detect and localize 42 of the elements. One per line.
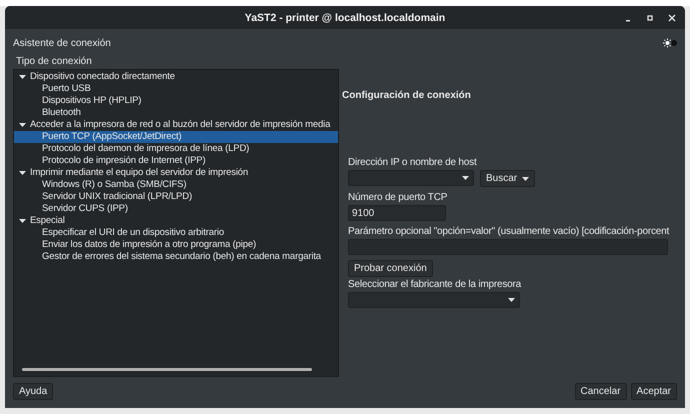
test-connection-button[interactable]: Probar conexión: [348, 260, 433, 277]
window-title: YaST2 - printer @ localhost.localdomain: [244, 12, 446, 24]
tree-item[interactable]: Especificar el URI de un dispositivo arbitrario: [14, 227, 338, 239]
tree-item[interactable]: Gestor de errores del sistema secundario (beh) en cadena margarita: [14, 251, 338, 263]
caret-icon: [19, 171, 26, 175]
sun-icon[interactable]: [663, 38, 677, 48]
tree-item[interactable]: Protocolo del daemon de impresora de línea (LPD): [14, 143, 338, 155]
dialog-heading: Asistente de conexión: [13, 38, 111, 48]
caret-icon: [462, 176, 469, 180]
accept-button[interactable]: Aceptar: [630, 383, 677, 400]
tree-group-item[interactable]: Especial: [14, 215, 338, 227]
tree-group-item[interactable]: Dispositivo conectado directamente: [14, 71, 338, 83]
field-label: Dirección IP o nombre de host: [348, 157, 478, 168]
connection-type-label: Tipo de conexión: [16, 56, 93, 67]
caret-icon: [19, 123, 26, 127]
tree-item[interactable]: Puerto TCP (AppSocket/JetDirect): [14, 131, 338, 143]
tree-item[interactable]: Bluetooth: [14, 107, 338, 119]
close-icon[interactable]: [667, 12, 677, 22]
caret-icon: [19, 219, 26, 223]
tree-item[interactable]: Dispositivos HP (HPLIP): [14, 95, 338, 107]
option-input-field[interactable]: [348, 239, 668, 255]
field-label: Número de puerto TCP: [348, 192, 448, 203]
caret-icon: [19, 75, 26, 79]
search-button[interactable]: Buscar: [480, 170, 536, 187]
field-label: Seleccionar el fabricante de la impresora: [348, 279, 522, 290]
tree-item[interactable]: Servidor UNIX tradicional (LPR/LPD): [14, 191, 338, 203]
tree-item[interactable]: Servidor CUPS (IPP): [14, 203, 338, 215]
field-label: Parámetro opcional "opción=valor" (usualmente vacío) [codificación-porcent: [348, 226, 670, 237]
section-heading: Configuración de conexión: [342, 90, 472, 101]
caret-icon: [522, 176, 530, 180]
help-button[interactable]: Ayuda: [13, 383, 54, 400]
caret-icon: [508, 298, 515, 302]
tree-item[interactable]: Windows (R) o Samba (SMB/CIFS): [14, 179, 338, 191]
horizontal-scrollbar[interactable]: [22, 368, 312, 371]
tree-group-item[interactable]: Imprimir mediante el equipo del servidor de impresión: [14, 167, 338, 179]
tree-item[interactable]: Enviar los datos de impresión a otro programa (pipe): [14, 239, 338, 251]
maximize-icon[interactable]: [645, 12, 655, 22]
tree-group-item[interactable]: Acceder a la impresora de red o al buzón del servidor de impresión media: [14, 119, 338, 131]
cancel-button[interactable]: Cancelar: [574, 383, 627, 400]
port-input-field[interactable]: 9100: [348, 205, 446, 221]
tree-item[interactable]: Puerto USB: [14, 83, 338, 95]
tree-item[interactable]: Protocolo de impresión de Internet (IPP): [14, 155, 338, 167]
